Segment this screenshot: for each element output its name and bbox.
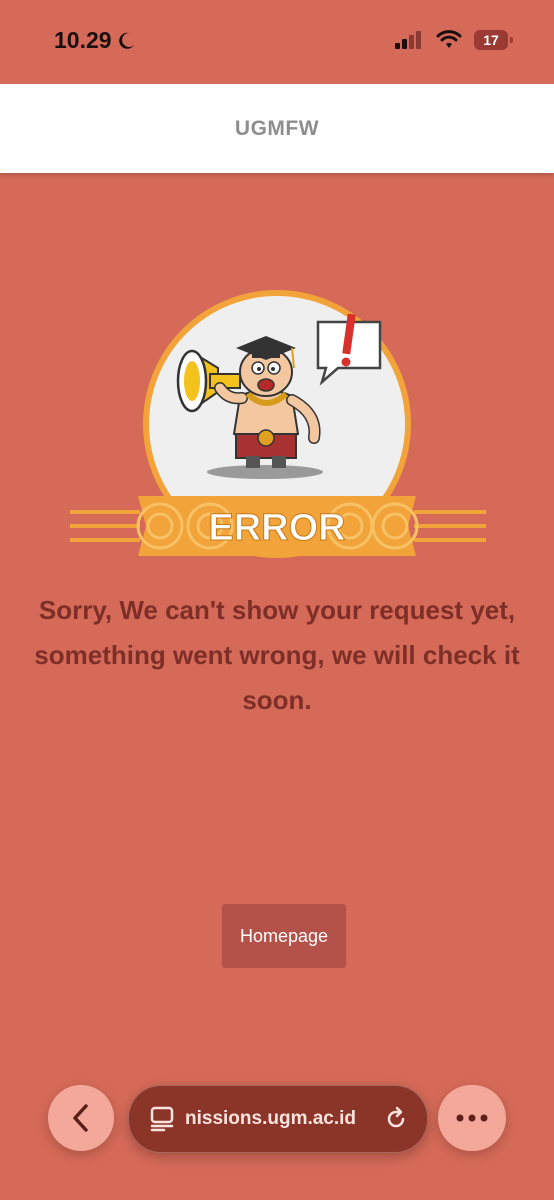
battery-icon: 17 <box>474 30 513 50</box>
reload-icon[interactable] <box>383 1106 409 1132</box>
time-text: 10.29 <box>54 27 112 53</box>
ellipsis-icon <box>456 1114 488 1122</box>
wifi-icon <box>436 30 462 48</box>
status-time: 10.29 <box>54 27 136 54</box>
moon-icon <box>118 32 134 49</box>
back-button[interactable] <box>48 1085 114 1151</box>
tab-overview-icon <box>150 1106 174 1132</box>
chevron-left-icon <box>73 1104 88 1132</box>
battery-level: 17 <box>483 32 499 48</box>
url-bar[interactable]: nissions.ugm.ac.id <box>128 1085 428 1153</box>
page-header: UGMFW <box>0 84 554 173</box>
more-options-button[interactable] <box>438 1085 506 1151</box>
homepage-button[interactable]: Homepage <box>222 904 346 968</box>
status-indicators: 17 <box>394 30 513 50</box>
url-text: nissions.ugm.ac.id <box>185 1108 357 1129</box>
error-illustration: ERROR <box>70 290 486 558</box>
error-message: Sorry, We can't show your request yet, s… <box>34 595 520 715</box>
page-title: UGMFW <box>234 116 320 140</box>
error-badge-text: ERROR <box>208 507 345 549</box>
error-banner: ERROR <box>136 496 419 556</box>
signal-icon <box>395 31 421 49</box>
status-bar: 10.29 17 <box>0 0 554 84</box>
